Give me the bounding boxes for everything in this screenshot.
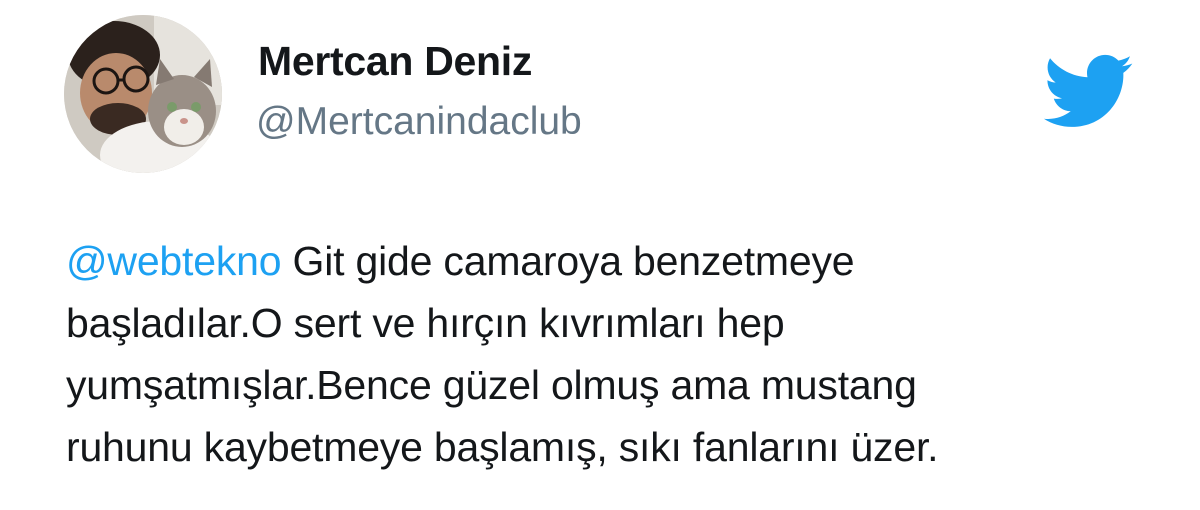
tweet-line-1-text: Git gide camaroya benzetmeye: [281, 238, 855, 284]
avatar-photo: [64, 15, 222, 173]
author-name[interactable]: Mertcan Deniz: [258, 38, 532, 85]
tweet-line-3: yumşatmışlar.Bence güzel olmuş ama musta…: [66, 362, 917, 408]
avatar[interactable]: [64, 15, 222, 173]
tweet-line-1: @webtekno Git gide camaroya benzetmeye: [66, 230, 1156, 292]
twitter-bird-icon[interactable]: [1040, 52, 1134, 128]
tweet-line-4: ruhunu kaybetmeye başlamış, sıkı fanları…: [66, 424, 939, 470]
tweet-line-2: başladılar.O sert ve hırçın kıvrımları h…: [66, 300, 785, 346]
tweet-text: @webtekno Git gide camaroya benzetmeye b…: [66, 230, 1156, 478]
tweet-card: Mertcan Deniz @Mertcanindaclub @webtekno…: [0, 0, 1200, 510]
mention-link[interactable]: @webtekno: [66, 238, 282, 284]
author-handle[interactable]: @Mertcanindaclub: [256, 100, 582, 144]
